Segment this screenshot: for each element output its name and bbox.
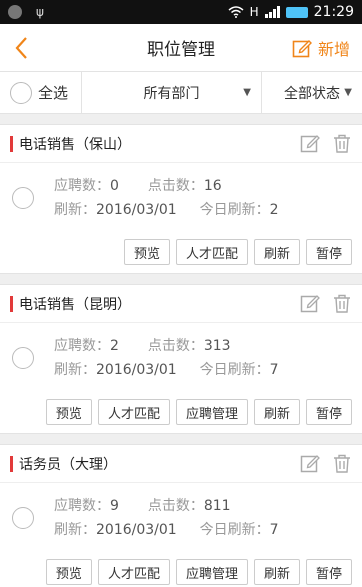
applicants-count: 2 [110,338,119,354]
pause-button[interactable]: 暂停 [305,399,352,425]
clicks-count: 16 [203,178,222,194]
delete-icon[interactable] [332,133,352,153]
caret-down-icon: ▼ [243,87,251,98]
stats-line: 应聘数：2 点击数：313 [54,335,231,355]
job-card-body: 应聘数：0 点击数：16 刷新：2016/03/01 今日刷新：2 [0,163,362,231]
today-refresh-label: 今日刷新： [199,202,270,218]
job-select-checkbox[interactable] [12,507,34,529]
refreshed-date: 2016/03/01 [96,362,177,378]
battery-icon [285,6,308,18]
applicants-count: 0 [110,178,119,194]
refresh-button[interactable]: 刷新 [253,399,300,425]
delete-icon[interactable] [332,293,352,313]
pause-button[interactable]: 暂停 [305,559,352,585]
department-dropdown[interactable]: 所有部门 ▼ [82,72,262,113]
department-value: 所有部门 [143,85,200,102]
add-label: 新增 [317,40,350,59]
clicks-label: 点击数： [147,338,204,354]
wifi-icon [228,6,244,18]
job-title[interactable]: 话务员（大理） [19,454,117,474]
usb-icon: ψ [36,5,44,19]
clicks-count: 811 [203,498,231,514]
job-title[interactable]: 电话销售（保山） [19,134,131,154]
delete-icon[interactable] [332,453,352,473]
today-refresh-label: 今日刷新： [199,362,270,378]
applicant-manage-button[interactable]: 应聘管理 [175,399,248,425]
select-all[interactable]: 全选 [0,72,82,113]
job-card-body: 应聘数：2 点击数：313 刷新：2016/03/01 今日刷新：7 [0,323,362,391]
refreshed-label: 刷新： [54,362,96,378]
edit-icon[interactable] [300,453,320,473]
talent-match-button[interactable]: 人才匹配 [97,399,170,425]
clock: 21:29 [313,4,354,20]
talent-match-button[interactable]: 人才匹配 [175,239,248,265]
job-actions: 预览 人才匹配 应聘管理 刷新 暂停 [0,391,362,433]
job-select-checkbox[interactable] [12,347,34,369]
marker-bar [10,455,13,472]
applicants-label: 应聘数： [54,178,110,194]
job-actions: 预览 人才匹配 刷新 暂停 [0,231,362,273]
today-refresh-label: 今日刷新： [199,522,270,538]
clicks-label: 点击数： [147,178,204,194]
refreshed-label: 刷新： [54,202,96,218]
applicant-manage-button[interactable]: 应聘管理 [175,559,248,585]
marker-bar [10,295,13,312]
job-card-header: 电话销售（昆明） [0,285,362,323]
select-all-checkbox[interactable] [10,81,32,104]
network-type-icon: H [249,5,259,19]
status-value: 全部状态 [284,85,340,102]
preview-button[interactable]: 预览 [45,559,92,585]
add-job-button[interactable]: 新增 [292,36,350,60]
job-card-header: 话务员（大理） [0,445,362,483]
refresh-line: 刷新：2016/03/01 今日刷新：7 [54,519,279,539]
applicants-label: 应聘数： [54,338,110,354]
status-dropdown[interactable]: 全部状态 ▼ [262,72,362,113]
edit-icon[interactable] [300,293,320,313]
job-card: 电话销售（昆明） 应聘数：2 点击数：313 刷新：2016/03/01 今日刷… [0,284,362,434]
stats-line: 应聘数：9 点击数：811 [54,495,231,515]
today-refresh-count: 7 [269,522,279,538]
today-refresh-count: 2 [269,202,279,218]
top-bar: 职位管理 新增 [0,24,362,72]
applicants-label: 应聘数： [54,498,110,514]
today-refresh-count: 7 [269,362,279,378]
edit-icon [292,40,312,58]
job-card: 电话销售（保山） 应聘数：0 点击数：16 刷新：2016/03/01 今日刷新… [0,124,362,274]
refresh-button[interactable]: 刷新 [253,559,300,585]
refreshed-label: 刷新： [54,522,96,538]
status-bar: ψ H 21:29 [0,0,362,24]
caret-down-icon: ▼ [344,87,352,98]
refreshed-date: 2016/03/01 [96,522,177,538]
refresh-line: 刷新：2016/03/01 今日刷新：7 [54,359,279,379]
stats-line: 应聘数：0 点击数：16 [54,175,222,195]
job-card: 话务员（大理） 应聘数：9 点击数：811 刷新：2016/03/01 今日刷新… [0,444,362,587]
select-all-label: 全选 [38,84,69,102]
edit-icon[interactable] [300,133,320,153]
talent-match-button[interactable]: 人才匹配 [97,559,170,585]
job-card-body: 应聘数：9 点击数：811 刷新：2016/03/01 今日刷新：7 [0,483,362,551]
job-select-checkbox[interactable] [12,187,34,209]
signal-icon [264,6,280,18]
clicks-count: 313 [203,338,231,354]
pause-button[interactable]: 暂停 [305,239,352,265]
job-title[interactable]: 电话销售（昆明） [19,294,131,314]
refresh-button[interactable]: 刷新 [253,239,300,265]
marker-bar [10,135,13,152]
filter-bar: 全选 所有部门 ▼ 全部状态 ▼ [0,72,362,114]
preview-button[interactable]: 预览 [123,239,170,265]
clicks-label: 点击数： [147,498,204,514]
job-card-header: 电话销售（保山） [0,125,362,163]
notification-icon [8,5,22,19]
preview-button[interactable]: 预览 [45,399,92,425]
applicants-count: 9 [110,498,119,514]
refreshed-date: 2016/03/01 [96,202,177,218]
refresh-line: 刷新：2016/03/01 今日刷新：2 [54,199,279,219]
job-actions: 预览 人才匹配 应聘管理 刷新 暂停 [0,551,362,587]
